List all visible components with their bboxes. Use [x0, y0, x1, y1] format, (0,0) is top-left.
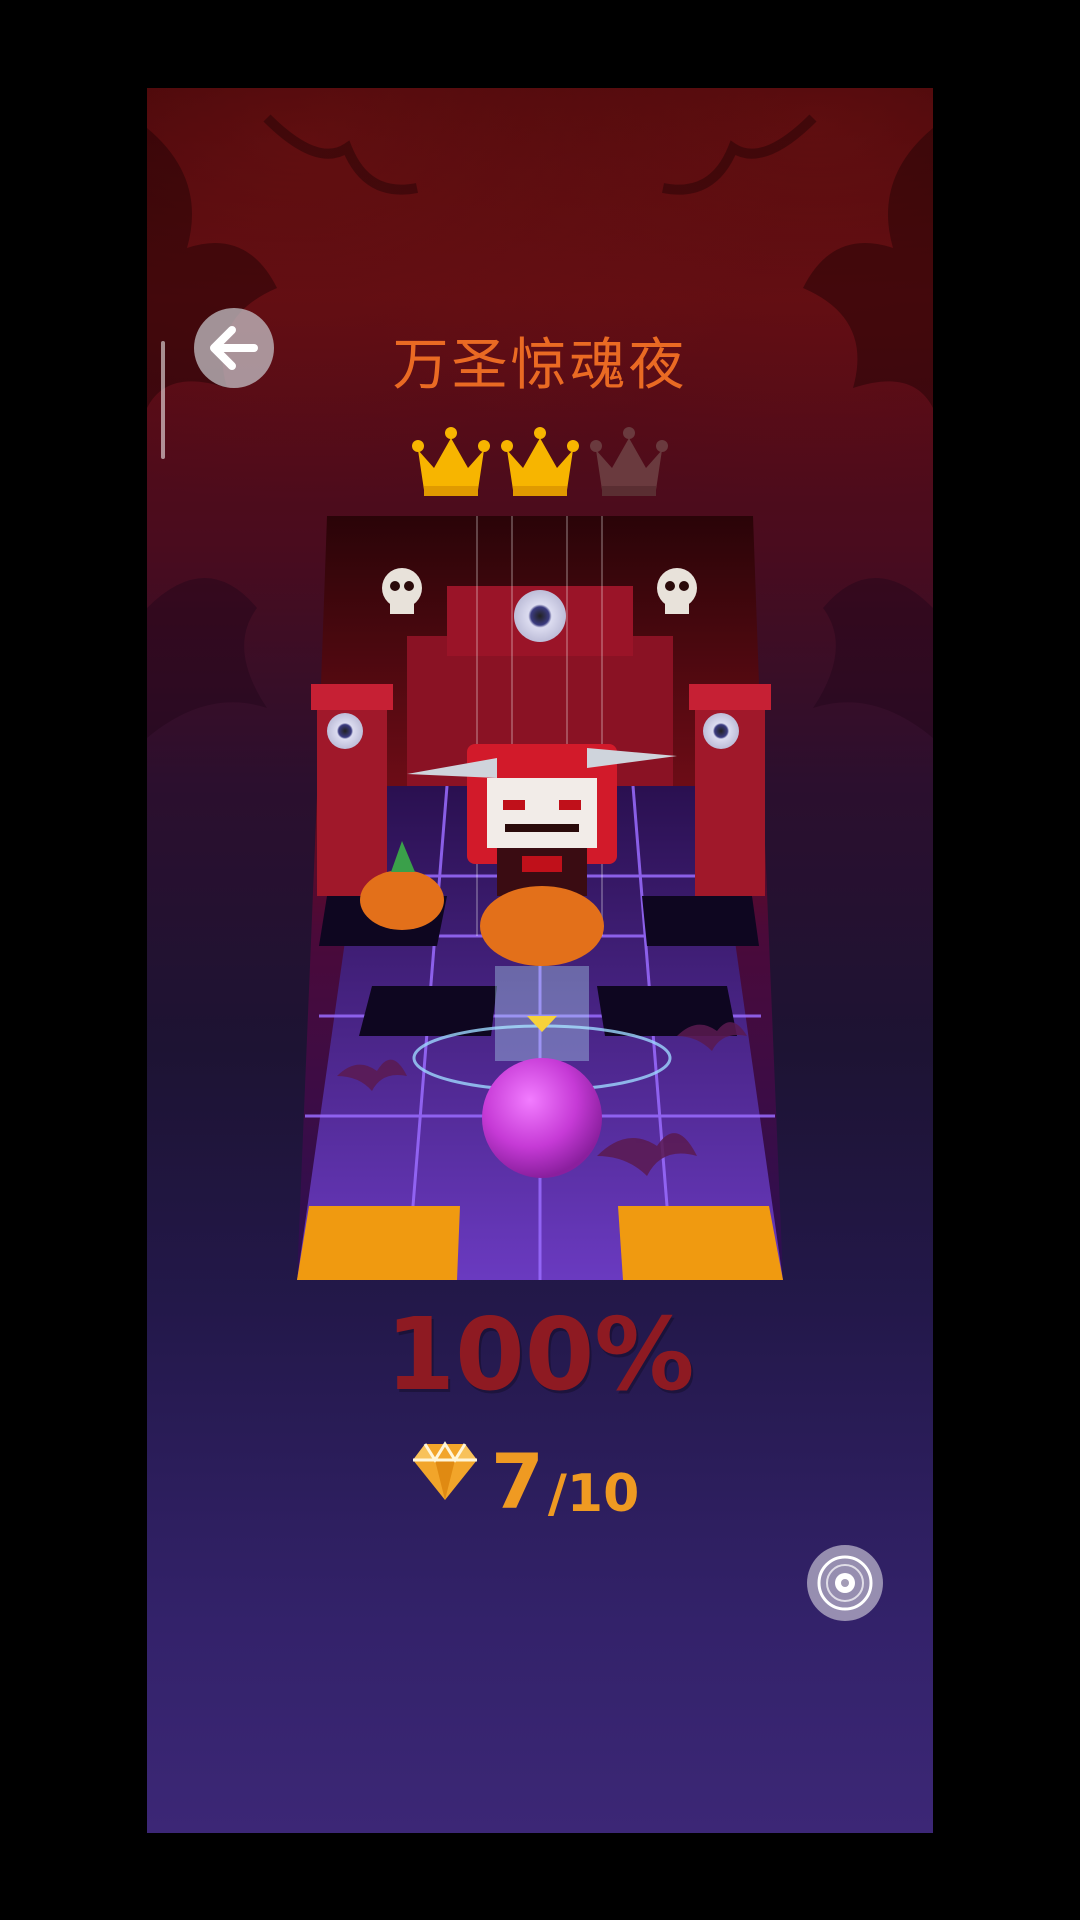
level-title: 万圣惊魂夜 — [392, 333, 688, 398]
game-screen: 万圣惊魂夜 100% 7 /10 — [147, 88, 933, 1833]
gems-total: /10 — [547, 1464, 640, 1524]
completion-percent: 100% — [385, 1296, 695, 1413]
music-disc-icon — [817, 1555, 873, 1611]
level-preview-image — [297, 516, 783, 1280]
music-button[interactable] — [807, 1545, 883, 1621]
diamond-icon — [413, 1441, 477, 1500]
gem-counter: 7 /10 — [411, 1420, 639, 1520]
crown-icon-earned — [501, 427, 579, 496]
gems-collected: 7 — [491, 1437, 544, 1526]
crown-icon-earned — [412, 427, 490, 496]
crown-rating — [412, 424, 668, 502]
crown-icon-empty — [590, 427, 668, 496]
